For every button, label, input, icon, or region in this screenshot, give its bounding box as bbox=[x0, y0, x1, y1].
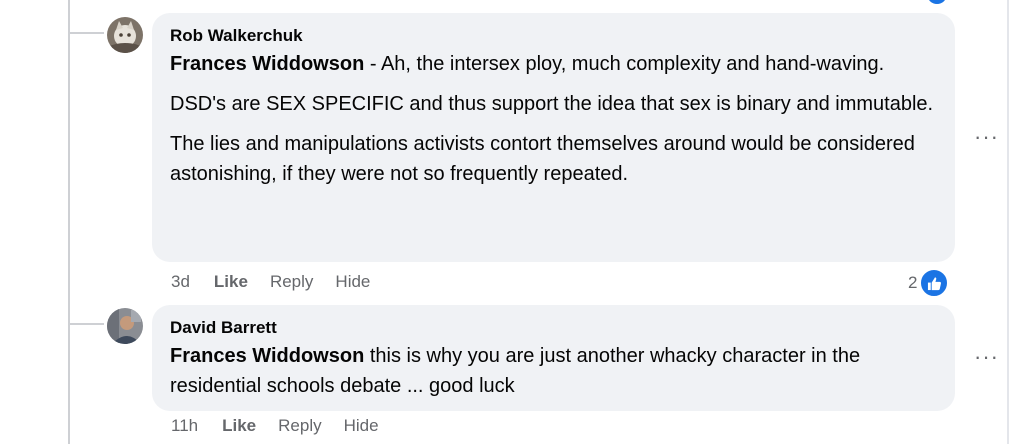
comment-timestamp[interactable]: 3d bbox=[171, 272, 190, 292]
reply-button[interactable]: Reply bbox=[270, 272, 313, 292]
more-options-icon[interactable]: ··· bbox=[974, 126, 999, 148]
hide-button[interactable]: Hide bbox=[344, 416, 379, 436]
reaction-summary[interactable]: 2 bbox=[908, 268, 950, 298]
comment-actions: 3d Like Reply Hide bbox=[171, 272, 392, 292]
thread-line bbox=[68, 0, 70, 444]
like-button[interactable]: Like bbox=[222, 416, 256, 436]
comment-actions: 11h Like Reply Hide bbox=[171, 416, 401, 436]
comment-text: Frances Widdowson - Ah, the intersex plo… bbox=[170, 53, 885, 75]
comment-bubble: David Barrett Frances Widdowson this is … bbox=[152, 305, 955, 411]
avatar[interactable] bbox=[107, 17, 143, 53]
reaction-count: 2 bbox=[908, 273, 918, 292]
reply-button[interactable]: Reply bbox=[278, 416, 321, 436]
comment-text: Frances Widdowson this is why you are ju… bbox=[170, 345, 861, 397]
mention-link[interactable]: Frances Widdowson bbox=[170, 53, 364, 75]
hide-button[interactable]: Hide bbox=[335, 272, 370, 292]
thread-branch bbox=[68, 32, 104, 34]
comment-text: The lies and manipulations activists con… bbox=[170, 133, 915, 185]
like-button[interactable]: Like bbox=[214, 272, 248, 292]
comment-author[interactable]: David Barrett bbox=[170, 318, 937, 338]
comment-text: DSD's are SEX SPECIFIC and thus support … bbox=[170, 93, 934, 115]
more-options-icon[interactable]: ··· bbox=[974, 346, 999, 368]
comment-bubble: Rob Walkerchuk Frances Widdowson - Ah, t… bbox=[152, 13, 955, 262]
comment-timestamp[interactable]: 11h bbox=[171, 416, 198, 436]
mention-link[interactable]: Frances Widdowson bbox=[170, 345, 364, 367]
thumbs-up-icon bbox=[919, 268, 950, 298]
avatar[interactable] bbox=[107, 308, 143, 344]
like-reaction-icon bbox=[927, 0, 947, 4]
thread-branch bbox=[68, 323, 104, 325]
comment-author[interactable]: Rob Walkerchuk bbox=[170, 26, 937, 46]
